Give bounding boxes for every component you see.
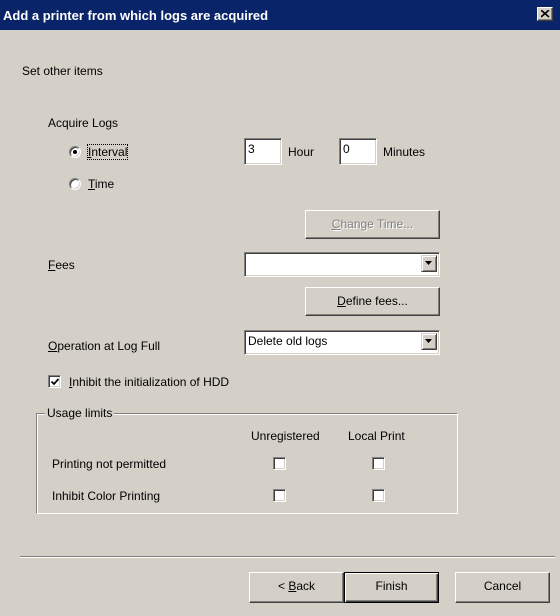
back-prefix: < [277,579,289,593]
fees-label-rest: ees [55,258,75,272]
interval-label-rest: nterval [91,145,128,159]
change-time-label-rest: hange Time... [340,217,414,231]
operation-label-rest: peration at Log Full [57,339,161,353]
column-header-unregistered: Unregistered [251,429,320,443]
page-heading: Set other items [22,64,103,78]
close-button[interactable] [537,7,553,21]
checkmark-icon [51,378,59,386]
hour-input[interactable]: 3 [244,138,282,165]
chevron-down-icon [425,339,432,343]
printing-not-permitted-local-print-checkbox[interactable] [372,457,385,470]
title-bar[interactable]: Add a printer from which logs are acquir… [0,0,560,30]
close-icon [541,10,550,18]
inhibit-color-local-print-checkbox[interactable] [372,489,385,502]
inhibit-hdd-checkbox[interactable] [48,375,61,388]
time-radio-label[interactable]: Time [88,177,114,191]
time-hotkey: T [88,177,95,191]
interval-radio-label[interactable]: Interval [86,144,129,160]
minutes-input[interactable]: 0 [339,138,377,165]
row-label-printing-not-permitted: Printing not permitted [52,457,167,471]
fees-label: Fees [48,258,75,272]
row-label-inhibit-color-printing: Inhibit Color Printing [52,489,161,503]
define-fees-button[interactable]: Define fees... [305,287,440,316]
back-label-rest: ack [296,579,316,593]
inhibit-hdd-label-rest: nhibit the initialization of HDD [72,375,230,389]
back-button[interactable]: < Back [249,572,344,603]
interval-radio[interactable] [69,146,81,158]
finish-button[interactable]: Finish [344,572,439,603]
column-header-local-print: Local Print [348,429,405,443]
inhibit-hdd-label[interactable]: Inhibit the initialization of HDD [69,375,229,389]
fees-dropdown-button[interactable] [421,255,437,272]
window-title: Add a printer from which logs are acquir… [3,8,269,23]
radio-selected-dot [73,150,77,154]
time-radio[interactable] [69,178,81,190]
hour-label: Hour [288,145,315,159]
operation-dropdown-value: Delete old logs [248,334,328,348]
operation-hotkey: O [48,339,58,353]
define-fees-label-rest: efine fees... [345,294,408,308]
operation-log-full-dropdown[interactable]: Delete old logs [244,330,440,355]
acquire-logs-label: Acquire Logs [48,116,119,130]
usage-limits-title: Usage limits [45,406,115,420]
define-fees-hotkey: D [337,294,346,308]
change-time-button[interactable]: Change Time... [305,210,440,239]
inhibit-color-unregistered-checkbox[interactable] [273,489,286,502]
cancel-button[interactable]: Cancel [455,572,550,603]
printing-not-permitted-unregistered-checkbox[interactable] [273,457,286,470]
operation-log-full-label: Operation at Log Full [48,339,160,353]
operation-dropdown-button[interactable] [421,333,437,350]
chevron-down-icon [425,261,432,265]
time-label-rest: ime [94,177,115,191]
footer-separator [20,556,555,558]
minutes-label: Minutes [383,145,426,159]
fees-dropdown[interactable] [244,252,440,277]
